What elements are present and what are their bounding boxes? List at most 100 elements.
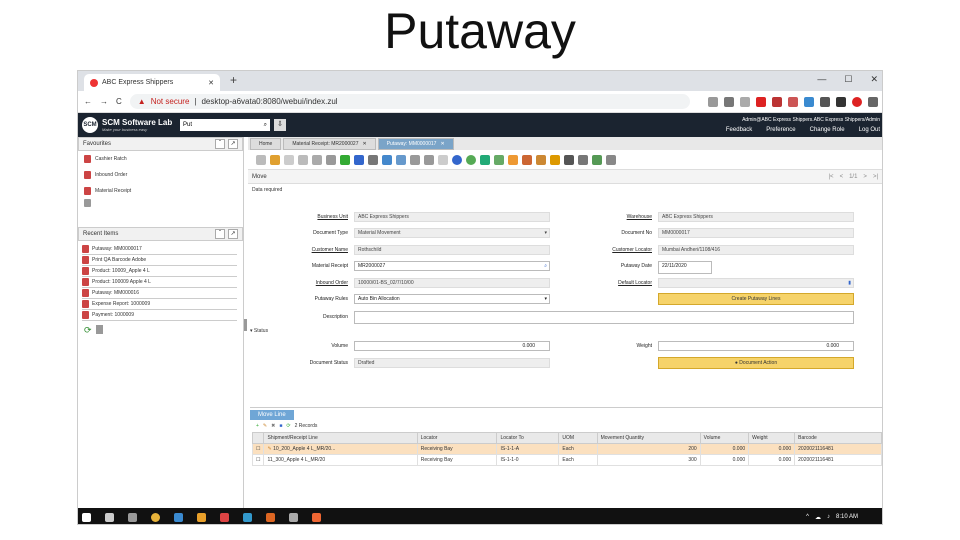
maximize-button[interactable]: ☐ [844,74,852,85]
business-unit-field[interactable]: ABC Express Shippers [354,212,550,222]
customer-name-field[interactable]: Rothschild [354,245,550,255]
forward-button[interactable]: → [100,97,108,106]
table-cell[interactable]: Receiving Bay [416,443,498,455]
delete-icon[interactable] [312,154,322,165]
business-unit-label[interactable]: Business Unit [268,214,348,220]
search-icon[interactable]: ⌕ [264,122,267,129]
status-section-header[interactable]: ▾ Status [250,328,268,334]
collapse-icon[interactable]: ˆ [215,139,225,149]
trash-icon[interactable] [95,325,103,334]
add-icon[interactable]: + [256,423,259,429]
column-header[interactable]: Locator To [496,432,560,444]
chevron-up-icon[interactable]: ^ [806,514,809,521]
refresh-icon[interactable]: ⟳ [84,325,92,336]
table-cell[interactable]: 2020021116481 [794,443,882,455]
copy-icon[interactable] [298,154,308,165]
locator-icon[interactable]: ▮ [848,280,851,286]
pocket-icon[interactable] [836,96,846,107]
windows-start-icon[interactable] [82,512,91,522]
app-logo[interactable]: SCM SCM Software Lab Make your business … [78,117,178,133]
task-view-icon[interactable] [105,512,114,522]
material-receipt-field[interactable]: MR2000027 ⌕ [354,261,550,271]
warehouse-field[interactable]: ABC Express Shippers [658,212,854,222]
tab-putaway[interactable]: Putaway: MM0000017 ✕ [377,138,454,150]
table-cell[interactable]: IS-1-1-0 [496,454,560,466]
delete-icon[interactable]: ✖ [271,423,275,429]
save-icon[interactable] [326,154,336,165]
new-tab-button[interactable]: + [230,73,237,87]
table-cell[interactable]: 2020021116481 [794,454,882,466]
app-icon[interactable] [266,512,275,522]
log-out-link[interactable]: Log Out [859,127,880,133]
profile-icon[interactable] [852,96,862,107]
next-record-button[interactable]: > [863,174,867,180]
trash-icon[interactable] [78,199,243,211]
column-header[interactable]: Volume [699,432,750,444]
minimize-button[interactable]: — [817,74,826,85]
preference-link[interactable]: Preference [766,127,795,133]
document-action-button[interactable]: ● Document Action [658,357,854,369]
window-icon[interactable] [606,154,616,165]
row-select-checkbox[interactable]: ☐ [251,443,265,455]
warehouse-label[interactable]: Warehouse [588,214,652,220]
default-locator-field[interactable]: ▮ [658,278,854,288]
save-icon[interactable]: ■ [279,423,282,429]
column-header[interactable]: UOM [558,432,598,444]
feedback-link[interactable]: Feedback [726,127,752,133]
table-cell[interactable]: 0.000 [748,454,796,466]
edit-icon[interactable]: ✎ [267,446,271,452]
request-icon[interactable] [522,154,532,165]
new-record-icon[interactable] [284,154,294,165]
down-arrow-icon[interactable]: ⇩ [274,119,286,131]
inbound-order-label[interactable]: Inbound Order [268,280,348,286]
column-header[interactable]: Weight [748,432,796,444]
column-header[interactable]: Barcode [794,432,882,444]
column-header[interactable]: Locator [416,432,498,444]
app-icon[interactable] [220,512,229,522]
recent-item[interactable]: Putaway: MM0000017 [82,244,237,255]
table-cell[interactable]: 0.000 [699,443,750,455]
document-no-field[interactable]: MM0000017 [658,228,854,238]
close-tab-icon[interactable]: ✕ [208,79,214,87]
default-locator-label[interactable]: Default Locator [588,280,652,286]
putaway-rules-select[interactable]: Auto Bin Allocation ▾ [354,294,550,304]
tab-move-line[interactable]: Move Line [250,410,294,420]
table-cell[interactable]: 0.000 [748,443,796,455]
report-icon[interactable] [452,154,462,165]
prev-record-button[interactable]: < [840,174,844,180]
link-icon[interactable] [508,154,518,165]
last-record-button[interactable]: >| [873,174,878,180]
create-putaway-lines-button[interactable]: Create Putaway Lines [658,293,854,305]
process-icon[interactable] [578,154,588,165]
putaway-date-field[interactable]: 22/11/2020 [658,261,712,274]
favourite-item[interactable]: Cashier Ratch [78,151,243,167]
star-icon[interactable] [740,96,750,107]
detail-record-icon[interactable] [424,154,434,165]
edit-icon[interactable]: ✎ [263,423,267,429]
column-header[interactable] [251,432,265,444]
tab-material-receipt[interactable]: Material Receipt: MR2000027 ✕ [283,138,376,150]
tab-home[interactable]: Home [250,138,282,150]
back-button[interactable]: ← [84,97,92,106]
sidebar-splitter[interactable] [244,319,247,331]
undo-icon[interactable] [256,154,266,165]
customer-name-label[interactable]: Customer Name [268,247,348,253]
app-icon[interactable] [312,512,321,522]
table-cell[interactable]: 200 [596,443,701,455]
close-icon[interactable]: ✕ [440,141,444,147]
browser-tab[interactable]: ABC Express Shippers ✕ [84,74,220,91]
inbound-order-field[interactable]: 10000/01-BS_02/7/10/00 [354,278,550,288]
check-icon[interactable] [592,154,602,165]
recent-item[interactable]: Putaway: MM000016 [82,288,237,299]
history-icon[interactable] [382,154,392,165]
app-icon[interactable] [174,512,183,522]
favourite-item[interactable]: Inbound Order [78,167,243,183]
volume-icon[interactable]: ♪ [827,514,830,521]
table-cell[interactable]: IS-1-1-A [496,443,560,455]
favourite-item[interactable]: Material Receipt [78,183,243,199]
customer-locator-label[interactable]: Customer Locator [588,247,652,253]
find-icon[interactable] [354,154,364,165]
table-row[interactable]: ☐ 11_300_Apple 4 L_MR/20 Receiving Bay I… [251,454,882,466]
recent-item[interactable]: Payment: 1000009 [82,310,237,321]
ext-icon[interactable] [788,96,798,107]
